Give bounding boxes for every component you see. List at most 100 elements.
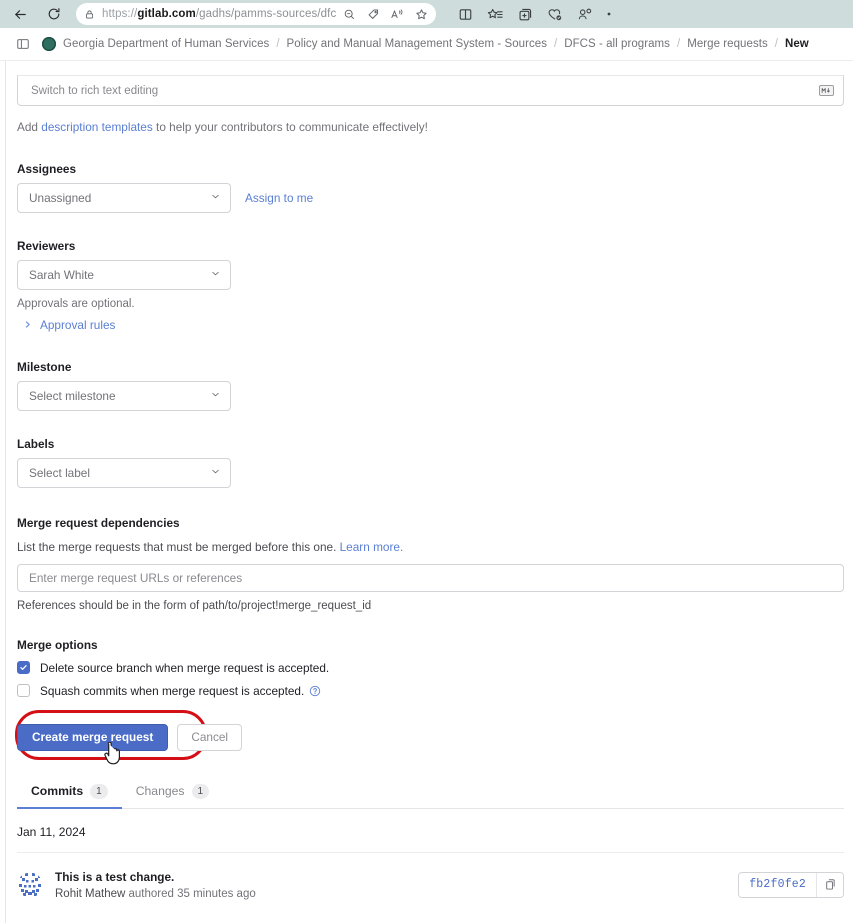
commits-changes-tabs: Commits 1 Changes 1 [17,782,844,809]
merge-options-title: Merge options [17,637,98,652]
tab-commits-count: 1 [90,783,108,799]
breadcrumb-separator: / [676,38,681,50]
approval-rules-toggle[interactable]: Approval rules [17,316,845,334]
tab-changes-label: Changes [135,784,185,799]
zoom-out-icon[interactable] [338,4,360,24]
delete-source-branch-label: Delete source branch when merge request … [40,660,330,675]
cancel-button[interactable]: Cancel [177,723,243,751]
dependencies-desc-text: List the merge requests that must be mer… [17,539,340,554]
breadcrumb-separator: / [554,38,558,50]
tab-changes-count: 1 [191,783,210,799]
breadcrumb-item-0[interactable]: Georgia Department of Human Services [63,38,269,50]
collections-icon[interactable] [480,2,510,26]
back-arrow-icon [13,7,28,22]
url-text: https://gitlab.com/gadhs/pamms-sources/d… [102,8,336,20]
chevron-right-icon [23,316,32,334]
browser-action-icons [450,2,618,26]
commit-sha[interactable]: fb2f0fe2 [739,872,816,897]
assign-to-me-link[interactable]: Assign to me [245,191,313,205]
assignees-select[interactable]: Unassigned [17,182,231,213]
commit-sha-group: fb2f0fe2 [738,871,844,898]
chevron-down-icon [210,464,221,482]
form-actions: Create merge request Cancel [15,709,845,770]
reload-button[interactable] [40,1,68,27]
dependencies-input[interactable] [17,563,844,592]
assignees-row: Unassigned Assign to me [17,182,845,213]
labels-value: Select label [29,465,90,480]
identicon-avatar[interactable] [17,871,43,898]
content-left-rail [0,61,6,923]
tab-commits-label: Commits [31,784,84,799]
tab-changes[interactable]: Changes 1 [122,782,223,809]
address-bar[interactable]: https://gitlab.com/gadhs/pamms-sources/d… [76,3,436,25]
description-templates-help: Add description templates to help your c… [17,120,845,136]
breadcrumb-item-current: New [785,38,809,50]
read-aloud-icon[interactable] [386,4,408,24]
question-circle-icon[interactable] [309,685,321,697]
back-button[interactable] [6,1,34,27]
reviewers-select[interactable]: Sarah White [17,259,231,290]
copy-to-clipboard-icon[interactable] [816,872,843,897]
more-options-icon[interactable] [600,7,618,21]
merge-option-row-squash-commits: Squash commits when merge request is acc… [17,684,845,698]
reload-icon [47,7,61,21]
commit-meta: Rohit Mathew authored 35 minutes ago [55,888,738,900]
learn-more-link[interactable]: Learn more. [340,540,404,554]
tab-commits[interactable]: Commits 1 [17,782,122,809]
reviewers-value: Sarah White [29,267,94,282]
favorite-star-icon[interactable] [410,4,432,24]
description-editor-footer: Switch to rich text editing [17,75,844,106]
breadcrumb-item-2[interactable]: DFCS - all programs [564,38,670,50]
breadcrumb-separator: / [774,38,778,50]
shopping-tag-icon[interactable] [362,4,384,24]
help-suffix: to help your contributors to communicate… [152,120,428,134]
merge-request-dependencies-section: Merge request dependencies List the merg… [17,516,845,612]
switch-to-rich-text-link[interactable]: Switch to rich text editing [31,85,158,97]
dependencies-description: List the merge requests that must be mer… [17,540,845,554]
milestone-value: Select milestone [29,388,116,403]
commit-text-block: This is a test change. Rohit Mathew auth… [55,870,738,900]
profile-icon[interactable] [570,2,600,26]
form-content: Switch to rich text editing Add descript… [15,61,845,909]
reviewers-label: Reviewers [17,238,76,253]
assignees-label: Assignees [17,161,77,176]
commit-meta-suffix: authored 35 minutes ago [125,887,256,900]
commit-title[interactable]: This is a test change. [55,870,738,884]
merge-option-row-delete-source-branch: Delete source branch when merge request … [17,661,845,675]
commit-list-item: This is a test change. Rohit Mathew auth… [17,853,844,909]
lock-icon [84,9,95,20]
create-merge-request-button[interactable]: Create merge request [17,723,169,751]
chevron-down-icon [210,387,221,405]
breadcrumb-item-1[interactable]: Policy and Manual Management System - So… [287,38,547,50]
browser-toolbar: https://gitlab.com/gadhs/pamms-sources/d… [0,0,853,28]
merge-request-form-page: Switch to rich text editing Add descript… [0,61,853,923]
dependencies-title: Merge request dependencies [17,515,180,530]
milestone-label: Milestone [17,359,72,374]
description-templates-link[interactable]: description templates [41,120,152,134]
group-avatar[interactable] [42,37,56,51]
browser-essentials-icon[interactable] [540,2,570,26]
dependencies-hint: References should be in the form of path… [17,599,372,612]
commit-author[interactable]: Rohit Mathew [55,888,125,900]
squash-commits-label: Squash commits when merge request is acc… [40,683,305,698]
milestone-select[interactable]: Select milestone [17,380,231,411]
chevron-down-icon [210,266,221,284]
squash-commits-checkbox[interactable] [17,684,30,698]
approvals-note: Approvals are optional. [17,297,135,310]
approval-rules-label: Approval rules [40,317,116,332]
breadcrumb-separator: / [276,38,280,50]
split-screen-icon[interactable] [450,2,480,26]
labels-label: Labels [17,436,55,451]
labels-select[interactable]: Select label [17,457,231,488]
sidebar-toggle-icon[interactable] [14,35,32,53]
breadcrumb-item-3[interactable]: Merge requests [687,38,768,50]
breadcrumb: Georgia Department of Human Services / P… [0,28,853,61]
button-row: Create merge request Cancel [17,723,845,765]
assignees-value: Unassigned [29,190,92,205]
commit-date-group: Jan 11, 2024 [17,825,844,853]
add-tab-group-icon[interactable] [510,2,540,26]
delete-source-branch-checkbox[interactable] [17,661,30,675]
chevron-down-icon [210,189,221,207]
markdown-icon[interactable] [819,85,834,96]
help-prefix: Add [17,120,42,134]
